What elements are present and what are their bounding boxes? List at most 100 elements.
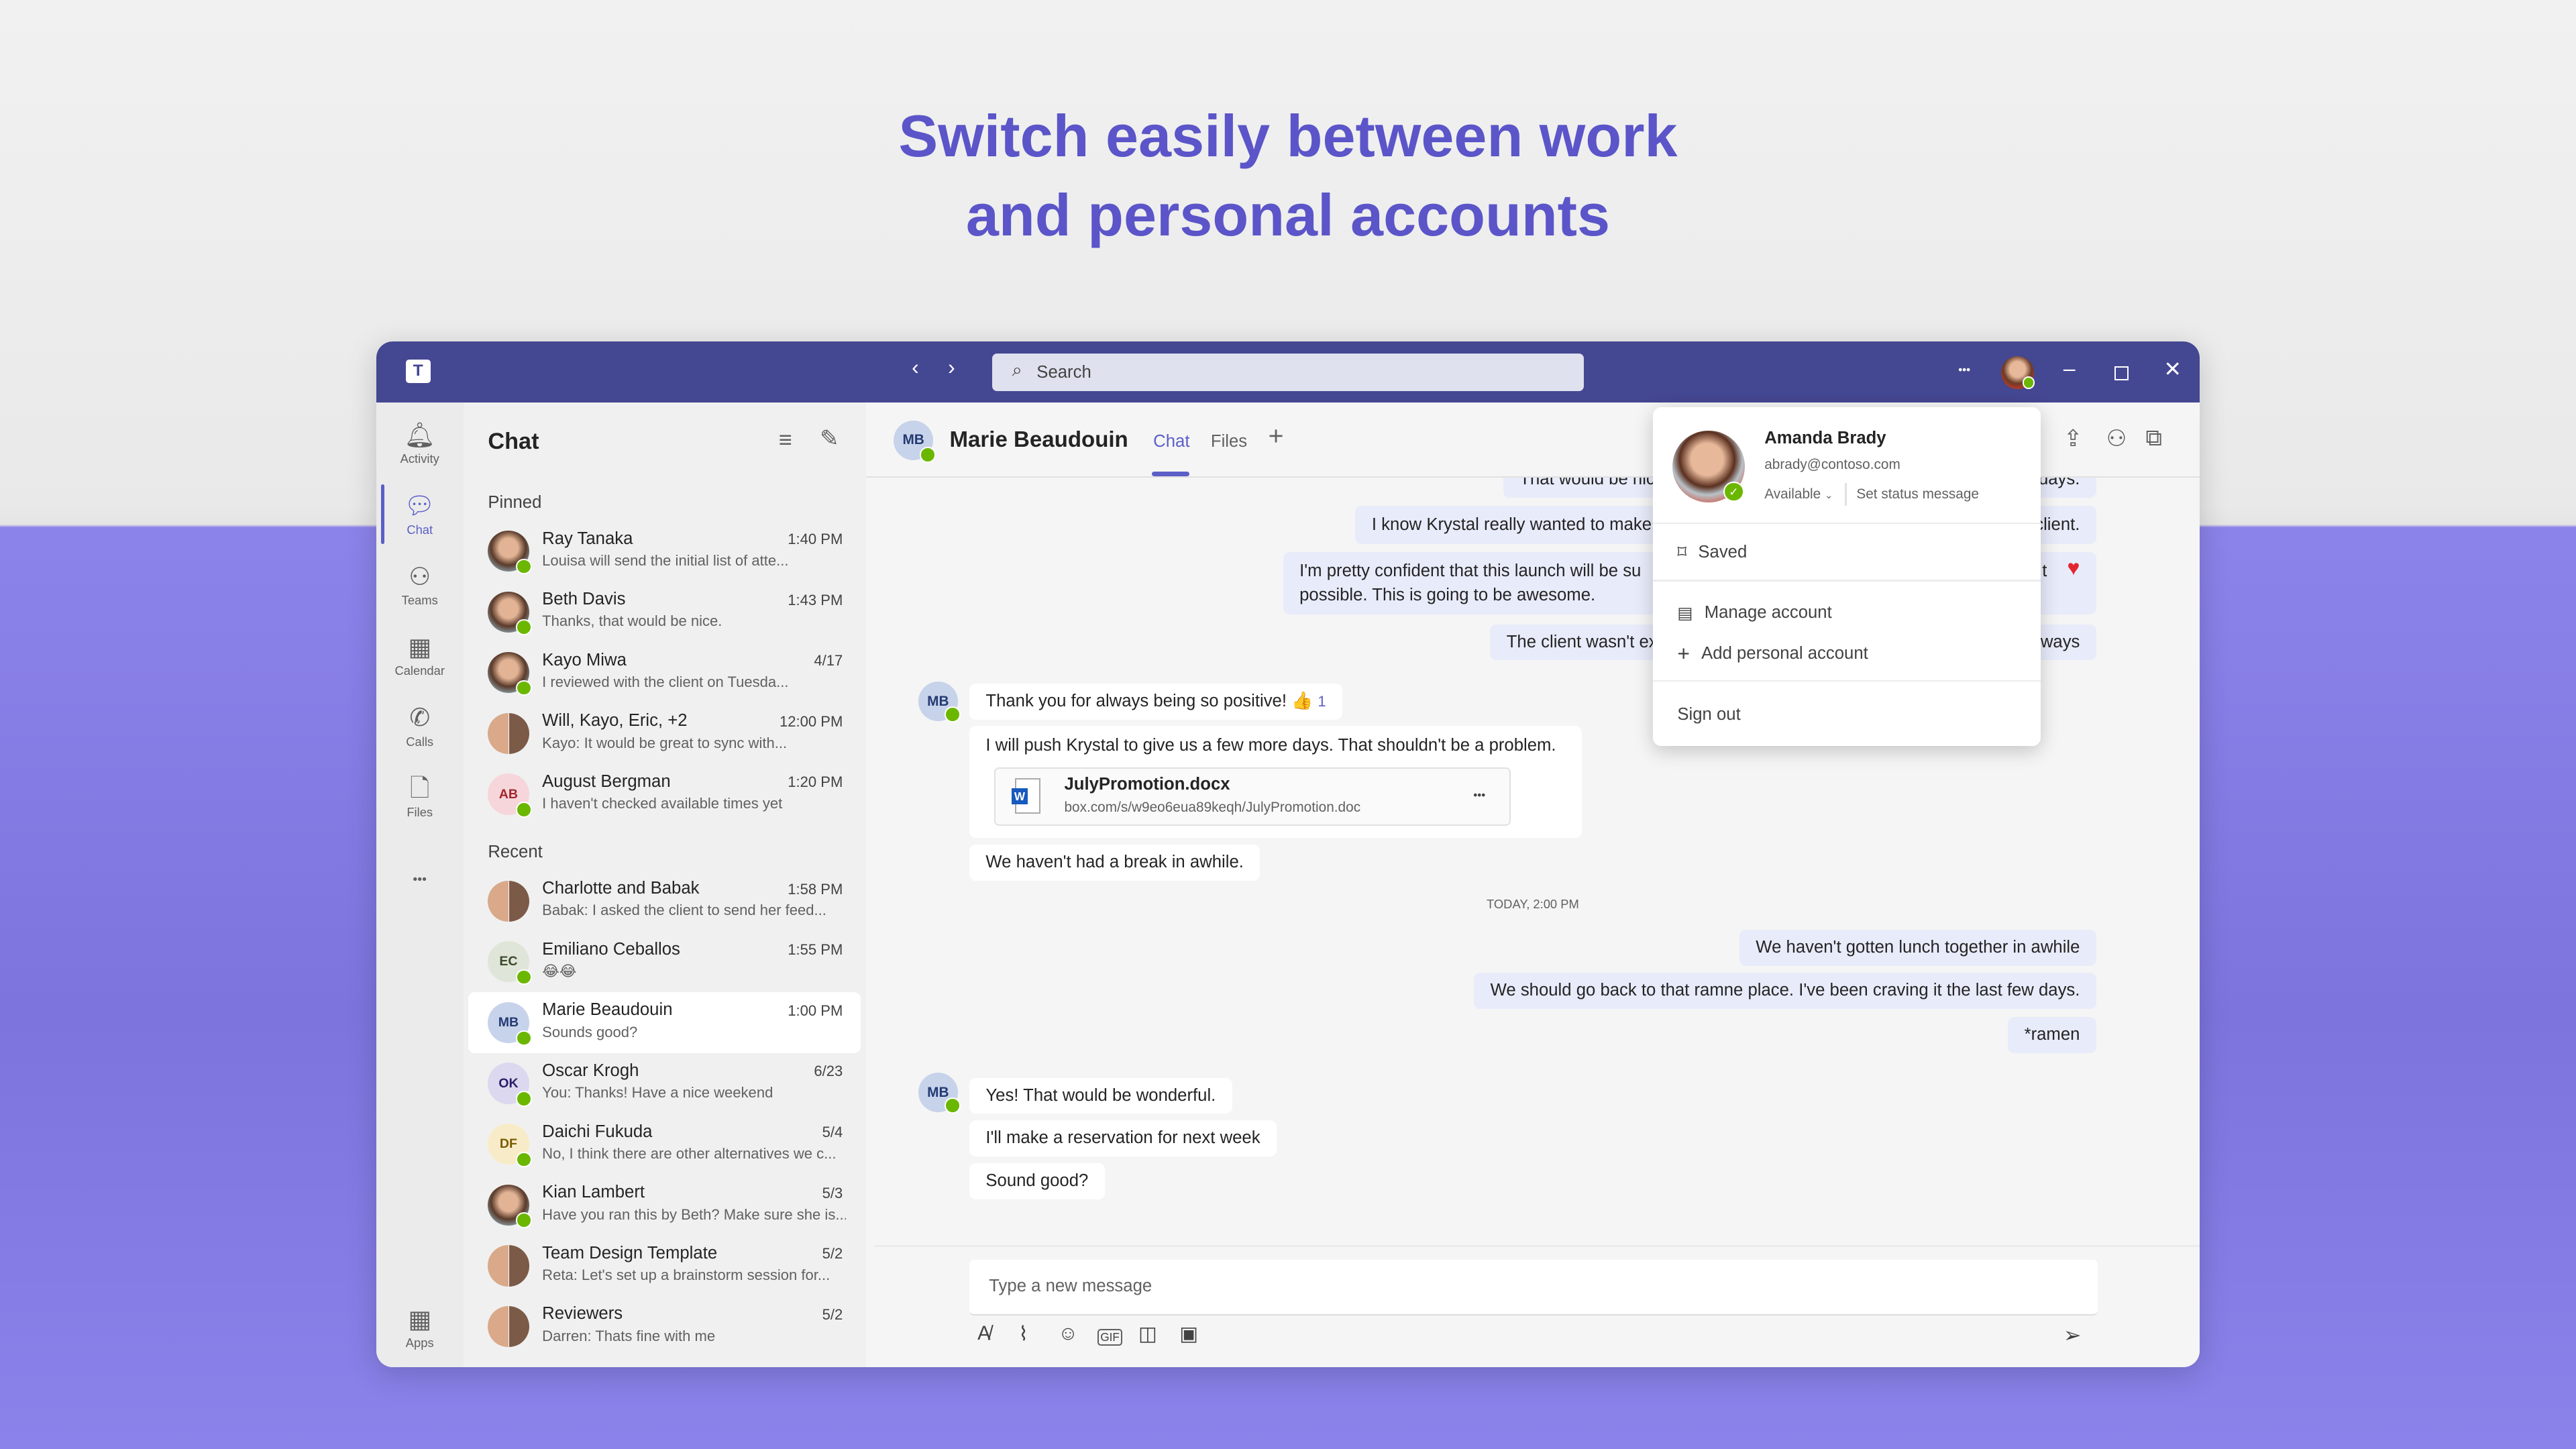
- menu-item-sign-out[interactable]: Sign out: [1677, 705, 1740, 724]
- message-preview: Babak: I asked the client to send her fe…: [542, 902, 826, 919]
- send-icon[interactable]: ➢: [2063, 1322, 2082, 1348]
- chat-list-item[interactable]: Will, Kayo, Eric, +2 12:00 PM Kayo: It wou…: [468, 703, 861, 764]
- contact-name: Marie Beaudouin: [542, 1000, 673, 1020]
- rail-item-calls[interactable]: ✆ Calls: [376, 703, 464, 749]
- set-status-message-link[interactable]: Set status message: [1856, 486, 1979, 502]
- tab-files[interactable]: Files: [1211, 432, 1247, 451]
- rail-item-files[interactable]: 🗋 Files: [376, 773, 464, 820]
- chat-list-item[interactable]: Beth Davis 1:43 PM Thanks, that would be n…: [468, 582, 861, 643]
- chat-list-item[interactable]: Kian Lambert 5/3 Have you ran this by Beth…: [468, 1175, 861, 1236]
- menu-item-manage-account[interactable]: ▤ Manage account: [1677, 603, 1831, 623]
- screenshot-stage: Switch easily between work and personal …: [0, 0, 2576, 1449]
- group-avatar: [488, 712, 529, 755]
- message-text: ways: [2040, 632, 2080, 651]
- tab-chat-underline: [1151, 471, 1190, 477]
- timestamp: 4/17: [814, 652, 843, 669]
- attach-icon[interactable]: ⌇: [1018, 1322, 1028, 1346]
- compose-input[interactable]: Type a new message: [969, 1260, 2098, 1316]
- chat-list-item[interactable]: Team Design Template 5/2 Reta: Let's set u…: [468, 1236, 861, 1297]
- close-icon[interactable]: ✕: [2163, 356, 2182, 382]
- file-name[interactable]: JulyPromotion.docx: [1064, 775, 1230, 794]
- rail-item-apps[interactable]: ▦ Apps: [376, 1305, 464, 1351]
- rail-item-chat[interactable]: 💬︎ Chat: [376, 491, 464, 537]
- forward-icon[interactable]: ›: [948, 355, 955, 380]
- chat-list-title: Chat: [488, 429, 539, 455]
- heart-reaction-icon[interactable]: ♥: [2068, 555, 2080, 580]
- chat-icon: 💬︎: [404, 492, 436, 520]
- pop-out-icon[interactable]: ⧉: [2145, 425, 2161, 451]
- timestamp: 6/23: [814, 1063, 843, 1080]
- file-icon: 🗋: [409, 774, 430, 802]
- account-email: abrady@contoso.com: [1764, 456, 1900, 472]
- rail-more-icon[interactable]: •••: [376, 872, 464, 888]
- format-icon[interactable]: A̸: [977, 1322, 991, 1345]
- menu-item-saved[interactable]: ⌑ Saved: [1677, 542, 1747, 563]
- chat-list-item[interactable]: EC Emiliano Ceballos 1:55 PM 😂😂: [468, 932, 861, 993]
- chat-list-item[interactable]: DF Daichi Fukuda 5/4 No, I think there are …: [468, 1114, 861, 1175]
- add-people-icon[interactable]: ⚇: [2106, 425, 2127, 452]
- new-chat-icon[interactable]: ✎: [820, 425, 839, 452]
- presence-available-icon: [515, 1151, 532, 1168]
- rail-item-label: Apps: [405, 1336, 434, 1350]
- rail-item-activity[interactable]: 🔔︎ Activity: [376, 421, 464, 467]
- status-label: Available: [1764, 486, 1821, 502]
- maximize-icon[interactable]: [2114, 366, 2129, 381]
- timestamp: 1:00 PM: [788, 1002, 843, 1019]
- menu-item-label: Manage account: [1704, 603, 1832, 623]
- teams-icon: ⚇: [409, 562, 431, 590]
- timestamp: 5/4: [822, 1124, 843, 1141]
- presence-available-icon: [515, 969, 532, 985]
- sticker-icon[interactable]: ◫: [1138, 1322, 1157, 1346]
- gif-icon[interactable]: GIF: [1097, 1329, 1123, 1346]
- contact-name: Marie Beaudouin: [949, 427, 1128, 452]
- headline: Switch easily between work and personal …: [0, 97, 2576, 254]
- headline-line-1: Switch easily between work: [898, 103, 1678, 170]
- menu-divider: [1652, 680, 2041, 682]
- filter-icon[interactable]: ≡: [779, 427, 792, 453]
- add-tab-button[interactable]: +: [1269, 422, 1284, 451]
- chat-list-item[interactable]: Ray Tanaka 1:40 PM Louisa will send the in…: [468, 521, 861, 582]
- share-screen-icon[interactable]: ⇪: [2063, 425, 2083, 452]
- message-preview: Darren: Thats fine with me: [542, 1327, 716, 1344]
- presence-available-icon: [2022, 376, 2035, 389]
- bookmark-icon: ⌑: [1677, 542, 1687, 563]
- message-text: We haven't gotten lunch together in awhi…: [1756, 938, 2080, 957]
- contact-name: Ray Tanaka: [542, 529, 633, 548]
- reaction-count: 1: [1318, 692, 1326, 710]
- back-icon[interactable]: ‹: [912, 355, 919, 380]
- chat-list-item[interactable]: Kayo Miwa 4/17 I reviewed with the client …: [468, 643, 861, 704]
- apps-icon: ▦: [408, 1305, 432, 1333]
- compose-divider: [873, 1245, 2200, 1247]
- message-text: *ramen: [2024, 1024, 2080, 1044]
- rail-item-label: Activity: [400, 451, 439, 466]
- chat-list-item[interactable]: AB August Bergman 1:20 PM I haven't checked…: [468, 764, 861, 825]
- rail-item-label: Teams: [401, 593, 438, 608]
- more-icon[interactable]: •••: [1958, 363, 1970, 377]
- tab-chat[interactable]: Chat: [1153, 432, 1189, 451]
- menu-item-add-personal-account[interactable]: + Add personal account: [1677, 643, 1868, 664]
- message-preview: Reta: Let's set up a brainstorm session …: [542, 1267, 830, 1284]
- chat-list-item[interactable]: OK Oscar Krogh 6/23 You: Thanks! Have a nic…: [468, 1053, 861, 1114]
- file-more-icon[interactable]: •••: [1473, 788, 1485, 802]
- timestamp: 1:20 PM: [788, 773, 843, 791]
- status-dropdown[interactable]: Available ⌄: [1764, 486, 1833, 502]
- timestamp-divider: TODAY, 2:00 PM: [1487, 897, 1579, 912]
- rail-item-calendar[interactable]: ▦ Calendar: [376, 633, 464, 679]
- rail-item-teams[interactable]: ⚇ Teams: [376, 562, 464, 608]
- message-preview: I reviewed with the client on Tuesda...: [542, 674, 789, 691]
- chat-list-item[interactable]: Reviewers 5/2 Darren: Thats fine with me: [468, 1296, 861, 1357]
- message-bubble: *ramen: [2008, 1016, 2096, 1053]
- chat-list-item[interactable]: Charlotte and Babak 1:58 PM Babak: I asked…: [468, 871, 861, 932]
- search-input[interactable]: ⌕ Search: [992, 353, 1584, 391]
- minimize-icon[interactable]: –: [2063, 356, 2076, 381]
- file-card[interactable]: W JulyPromotion.docx box.com/s/w9eo6eua8…: [994, 767, 1511, 826]
- contact-name: Will, Kayo, Eric, +2: [542, 711, 688, 731]
- contact-name: Charlotte and Babak: [542, 879, 700, 898]
- message-text: t: [2042, 561, 2047, 580]
- presence-available-icon: [515, 1212, 532, 1228]
- like-reaction-icon[interactable]: 👍: [1291, 692, 1313, 710]
- schedule-meeting-icon[interactable]: ▣: [1179, 1322, 1198, 1346]
- emoji-icon[interactable]: ☺: [1058, 1322, 1078, 1345]
- chat-list-item[interactable]: MB Marie Beaudouin 1:00 PM Sounds good?: [468, 992, 861, 1053]
- message-preview: Louisa will send the initial list of att…: [542, 551, 789, 569]
